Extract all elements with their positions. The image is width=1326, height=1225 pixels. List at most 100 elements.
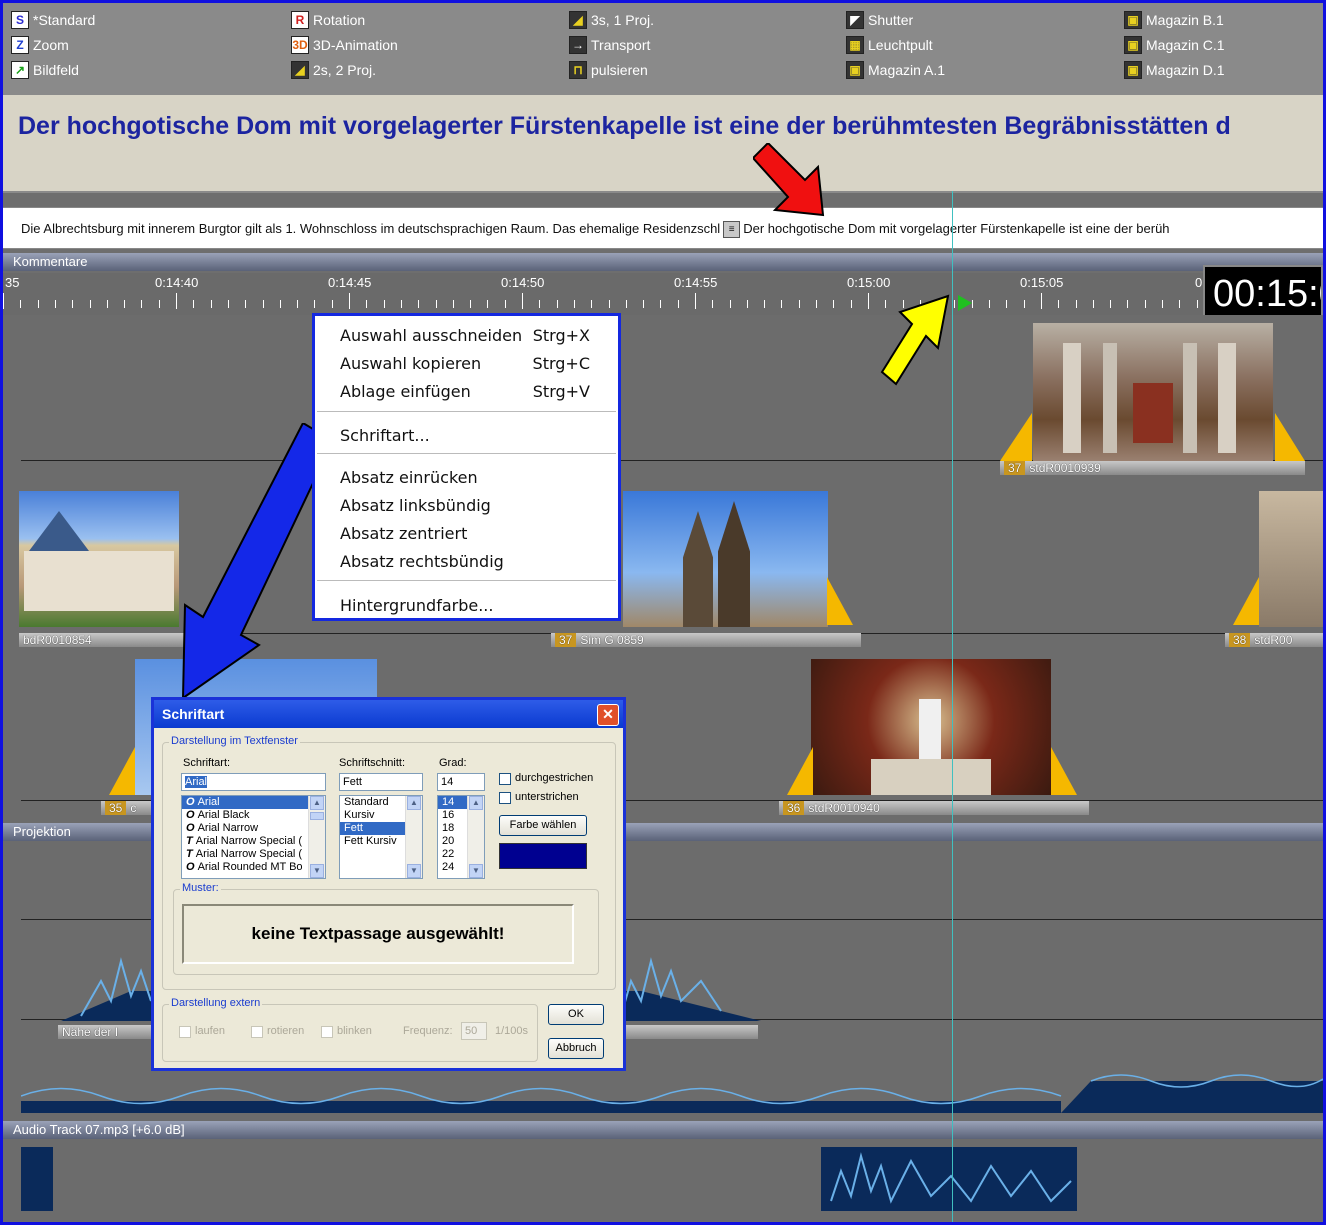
scrollbar[interactable]: ▲ ▼: [405, 796, 422, 878]
style-list[interactable]: Standard Kursiv Fett Fett Kursiv ▲ ▼: [339, 795, 423, 879]
text-track-item: Die Albrechtsburg mit innerem Burgtor gi…: [21, 221, 721, 236]
ruler-tick: [487, 300, 488, 308]
list-item[interactable]: O Arial Narrow: [182, 822, 325, 835]
font-list[interactable]: O Arial O Arial Black O Arial Narrow T Arial Na…: [181, 795, 326, 879]
clip-thumbnail[interactable]: [19, 491, 179, 627]
menu-item[interactable]: Ablage einfügen Strg+V: [340, 380, 590, 404]
effect-label: 3s, 1 Proj.: [591, 12, 655, 28]
ruler-tick: [557, 300, 558, 308]
menu-item-label: Auswahl kopieren: [340, 354, 482, 373]
size-list[interactable]: 14 16 18 20 22 24 ▲ ▼: [437, 795, 485, 879]
list-item-label: Kursiv: [344, 809, 375, 821]
underline-checkbox[interactable]: [499, 792, 511, 804]
rotate-label: rotieren: [267, 1025, 305, 1037]
effect-magazin-d-1[interactable]: ▣ Magazin D.1: [1124, 59, 1225, 81]
title-text: Der hochgotische Dom mit vorgelagerter F…: [18, 112, 1231, 140]
effect-magazin-b-1[interactable]: ▣ Magazin B.1: [1124, 9, 1224, 31]
menu-separator: [317, 411, 616, 412]
effect-rotation[interactable]: R Rotation: [291, 9, 365, 31]
list-item[interactable]: T Arial Narrow Special (: [182, 835, 325, 848]
clip-thumbnail[interactable]: [1033, 323, 1273, 461]
text-marker-icon[interactable]: ≡: [723, 221, 741, 239]
run-label: laufen: [195, 1025, 225, 1037]
menu-shortcut: Strg+C: [532, 354, 590, 373]
clip-label[interactable]: 38 stdR00: [1225, 633, 1323, 647]
magazin-icon: ▣: [1124, 61, 1142, 79]
effect-bildfeld[interactable]: ↗ Bildfeld: [11, 59, 79, 81]
effect-pulsieren[interactable]: ⊓ pulsieren: [569, 59, 648, 81]
menu-item[interactable]: Absatz linksbündig: [340, 494, 590, 518]
ruler-tick: [1041, 293, 1042, 309]
ruler-tick: [851, 300, 852, 308]
audio-track-waveform[interactable]: [21, 1141, 1323, 1221]
color-swatch[interactable]: [499, 843, 587, 869]
style-input[interactable]: Fett: [339, 773, 423, 791]
ruler-tick: [712, 300, 713, 308]
strikethrough-checkbox[interactable]: [499, 773, 511, 785]
effect-leuchtpult[interactable]: ▦ Leuchtpult: [846, 34, 933, 56]
menu-item[interactable]: Schriftart...: [340, 424, 590, 448]
clip-label[interactable]: 37 stdR0010939: [1000, 461, 1305, 475]
clip-label[interactable]: 36 stdR0010940: [779, 801, 1089, 815]
clip-thumbnail[interactable]: [623, 491, 828, 627]
ruler-tick: [90, 300, 91, 308]
clip-label[interactable]: 37 Sim G 0859: [551, 633, 861, 647]
clip-thumbnail[interactable]: [1259, 491, 1323, 627]
ruler-tick: [1162, 300, 1163, 308]
clip-thumbnail[interactable]: [811, 659, 1051, 795]
list-item-label: 24: [442, 861, 455, 873]
menu-item[interactable]: Absatz rechtsbündig: [340, 550, 590, 574]
time-ruler[interactable]: 35 0:14:40 0:14:45 0:14:50 0:14:55 0:15:00 0:1…: [3, 273, 1323, 315]
cancel-button[interactable]: Abbruch: [548, 1038, 604, 1059]
choose-color-button[interactable]: Farbe wählen: [499, 815, 587, 836]
close-icon[interactable]: ✕: [597, 704, 619, 726]
list-item[interactable]: O Arial Rounded MT Bo: [182, 861, 325, 874]
effect-3d-animation[interactable]: 3D 3D-Animation: [291, 34, 398, 56]
strikethrough-label: durchgestrichen: [515, 772, 594, 784]
effect-magazin-c-1[interactable]: ▣ Magazin C.1: [1124, 34, 1225, 56]
menu-item[interactable]: Absatz einrücken: [340, 466, 590, 490]
menu-item-label: Absatz einrücken: [340, 468, 478, 487]
blink-checkbox[interactable]: [321, 1026, 333, 1038]
list-item-label: 20: [442, 835, 455, 847]
effect-standard[interactable]: S *Standard: [11, 9, 95, 31]
menu-shortcut: Strg+X: [532, 326, 590, 345]
list-item[interactable]: O Arial Black: [182, 809, 325, 822]
rotate-checkbox[interactable]: [251, 1026, 263, 1038]
effect-label: *Standard: [33, 12, 96, 28]
effect-shutter[interactable]: ◤ Shutter: [846, 9, 913, 31]
clip-label[interactable]: 35 c: [101, 801, 151, 815]
effect-3s-1-proj[interactable]: ◢ 3s, 1 Proj.: [569, 9, 654, 31]
ruler-tick: [643, 300, 644, 308]
effect-2s-2-proj[interactable]: ◢ 2s, 2 Proj.: [291, 59, 376, 81]
effect-magazin-a-1[interactable]: ▣ Magazin A.1: [846, 59, 945, 81]
effect-transport[interactable]: → Transport: [569, 34, 650, 56]
clip-label[interactable]: bdR0010854: [19, 633, 184, 647]
menu-item[interactable]: Auswahl kopieren Strg+C: [340, 352, 590, 376]
list-item[interactable]: T Arial Narrow Special (: [182, 848, 325, 861]
menu-item[interactable]: Hintergrundfarbe...: [340, 594, 590, 618]
ok-button[interactable]: OK: [548, 1004, 604, 1025]
list-item[interactable]: O Arial: [182, 796, 325, 809]
playhead-marker-icon[interactable]: [958, 295, 972, 311]
text-track[interactable]: Die Albrechtsburg mit innerem Burgtor gi…: [3, 207, 1323, 249]
group-internal: Darstellung im Textfenster Schriftart: A…: [162, 735, 616, 990]
run-checkbox[interactable]: [179, 1026, 191, 1038]
ruler-tick: [211, 300, 212, 308]
menu-item[interactable]: Absatz zentriert: [340, 522, 590, 546]
sample-box: keine Textpassage ausgewählt!: [182, 904, 574, 964]
ruler-tick: [453, 300, 454, 308]
3d-animation-icon: 3D: [291, 36, 309, 54]
ruler-tick: [55, 300, 56, 308]
scrollbar[interactable]: ▲ ▼: [467, 796, 484, 878]
size-input[interactable]: 14: [437, 773, 485, 791]
frequency-input[interactable]: 50: [461, 1022, 487, 1040]
transport-icon: →: [569, 36, 587, 54]
ruler-tick: [1076, 300, 1077, 308]
ruler-tick: [833, 300, 834, 308]
sample-group: Muster: keine Textpassage ausgewählt!: [173, 882, 599, 975]
menu-item[interactable]: Auswahl ausschneiden Strg+X: [340, 324, 590, 348]
effect-zoom[interactable]: Z Zoom: [11, 34, 69, 56]
font-input[interactable]: Arial: [181, 773, 326, 791]
scrollbar[interactable]: ▲ ▼: [308, 796, 325, 878]
